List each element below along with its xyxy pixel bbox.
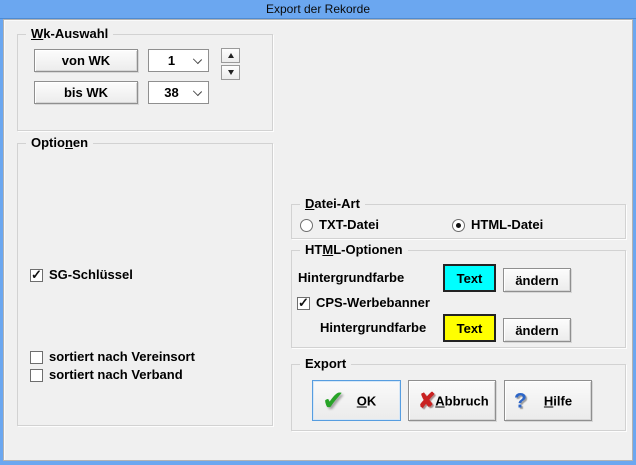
group-optionen: Optionen SG-Schlüssel sortiert nach Vere… xyxy=(17,143,273,426)
sortiert-vereinsort-checkbox[interactable] xyxy=(30,351,43,364)
sg-schluessel-checkbox[interactable] xyxy=(30,269,43,282)
group-datei-art: Datei-Art TXT-Datei HTML-Datei xyxy=(291,204,626,239)
hilfe-button-label: Hilfe xyxy=(529,393,587,408)
html-datei-radio-row[interactable]: HTML-Datei xyxy=(452,218,543,232)
bis-wk-button[interactable]: bis WK xyxy=(34,81,138,104)
down-arrow-icon xyxy=(228,70,234,75)
wk-spinner xyxy=(221,48,240,80)
html-datei-label: HTML-Datei xyxy=(471,218,543,232)
abbruch-button-label: Abbruch xyxy=(433,393,491,408)
sortiert-vereinsort-label: sortiert nach Vereinsort xyxy=(49,350,195,364)
dialog-body: Wk-Auswahl von WK 1 bis WK 38 Optionen S… xyxy=(3,19,633,461)
group-label-optionen: Optionen xyxy=(26,135,93,151)
txt-datei-label: TXT-Datei xyxy=(319,218,379,232)
txt-datei-radio-row[interactable]: TXT-Datei xyxy=(300,218,379,232)
von-wk-button[interactable]: von WK xyxy=(34,49,138,72)
group-wk-auswahl: Wk-Auswahl von WK 1 bis WK 38 xyxy=(17,34,273,131)
hintergrundfarbe-label-2: Hintergrundfarbe xyxy=(320,321,426,335)
bis-wk-select[interactable]: 38 xyxy=(148,81,209,104)
ok-button-label: OK xyxy=(337,393,396,408)
html-datei-radio[interactable] xyxy=(452,219,465,232)
txt-datei-radio[interactable] xyxy=(300,219,313,232)
hintergrundfarbe-row-1: Hintergrundfarbe xyxy=(298,271,404,285)
hintergrundfarbe-row-2: Hintergrundfarbe xyxy=(320,321,426,335)
titlebar[interactable]: Export der Rekorde xyxy=(0,0,636,19)
sg-schluessel-label: SG-Schlüssel xyxy=(49,268,133,282)
export-dialog-window: Export der Rekorde Wk-Auswahl von WK 1 b… xyxy=(0,0,636,465)
aendern-button-1[interactable]: ändern xyxy=(503,268,571,292)
group-export: Export ✔ OK ✘ Abbruch ? Hilfe xyxy=(291,364,626,431)
cps-werbebanner-checkbox-row[interactable]: CPS-Werbebanner xyxy=(297,296,430,310)
aendern-button-2[interactable]: ändern xyxy=(503,318,571,342)
ok-button[interactable]: ✔ OK xyxy=(312,380,401,421)
up-arrow-icon xyxy=(228,53,234,58)
group-label-export: Export xyxy=(300,356,351,372)
window-title: Export der Rekorde xyxy=(266,2,370,16)
hilfe-button[interactable]: ? Hilfe xyxy=(504,380,592,421)
hintergrundfarbe-label-1: Hintergrundfarbe xyxy=(298,271,404,285)
group-label-html-optionen: HTML-Optionen xyxy=(300,242,408,258)
cps-werbebanner-checkbox[interactable] xyxy=(297,297,310,310)
group-html-optionen: HTML-Optionen Hintergrundfarbe Text ände… xyxy=(291,250,626,348)
group-label-wk-auswahl: Wk-Auswahl xyxy=(26,26,113,42)
sg-schluessel-checkbox-row[interactable]: SG-Schlüssel xyxy=(30,268,133,282)
von-wk-select[interactable]: 1 xyxy=(148,49,209,72)
sortiert-verband-label: sortiert nach Verband xyxy=(49,368,183,382)
sortiert-verband-checkbox-row[interactable]: sortiert nach Verband xyxy=(30,368,183,382)
spinner-up-button[interactable] xyxy=(221,48,240,63)
sortiert-verband-checkbox[interactable] xyxy=(30,369,43,382)
group-label-datei-art: Datei-Art xyxy=(300,196,365,212)
spinner-down-button[interactable] xyxy=(221,65,240,80)
hintergrundfarbe-swatch-2: Text xyxy=(443,314,496,342)
hintergrundfarbe-swatch-1: Text xyxy=(443,264,496,292)
cps-werbebanner-label: CPS-Werbebanner xyxy=(316,296,430,310)
question-mark-icon: ? xyxy=(514,390,527,411)
abbruch-button[interactable]: ✘ Abbruch xyxy=(408,380,496,421)
sortiert-vereinsort-checkbox-row[interactable]: sortiert nach Vereinsort xyxy=(30,350,195,364)
